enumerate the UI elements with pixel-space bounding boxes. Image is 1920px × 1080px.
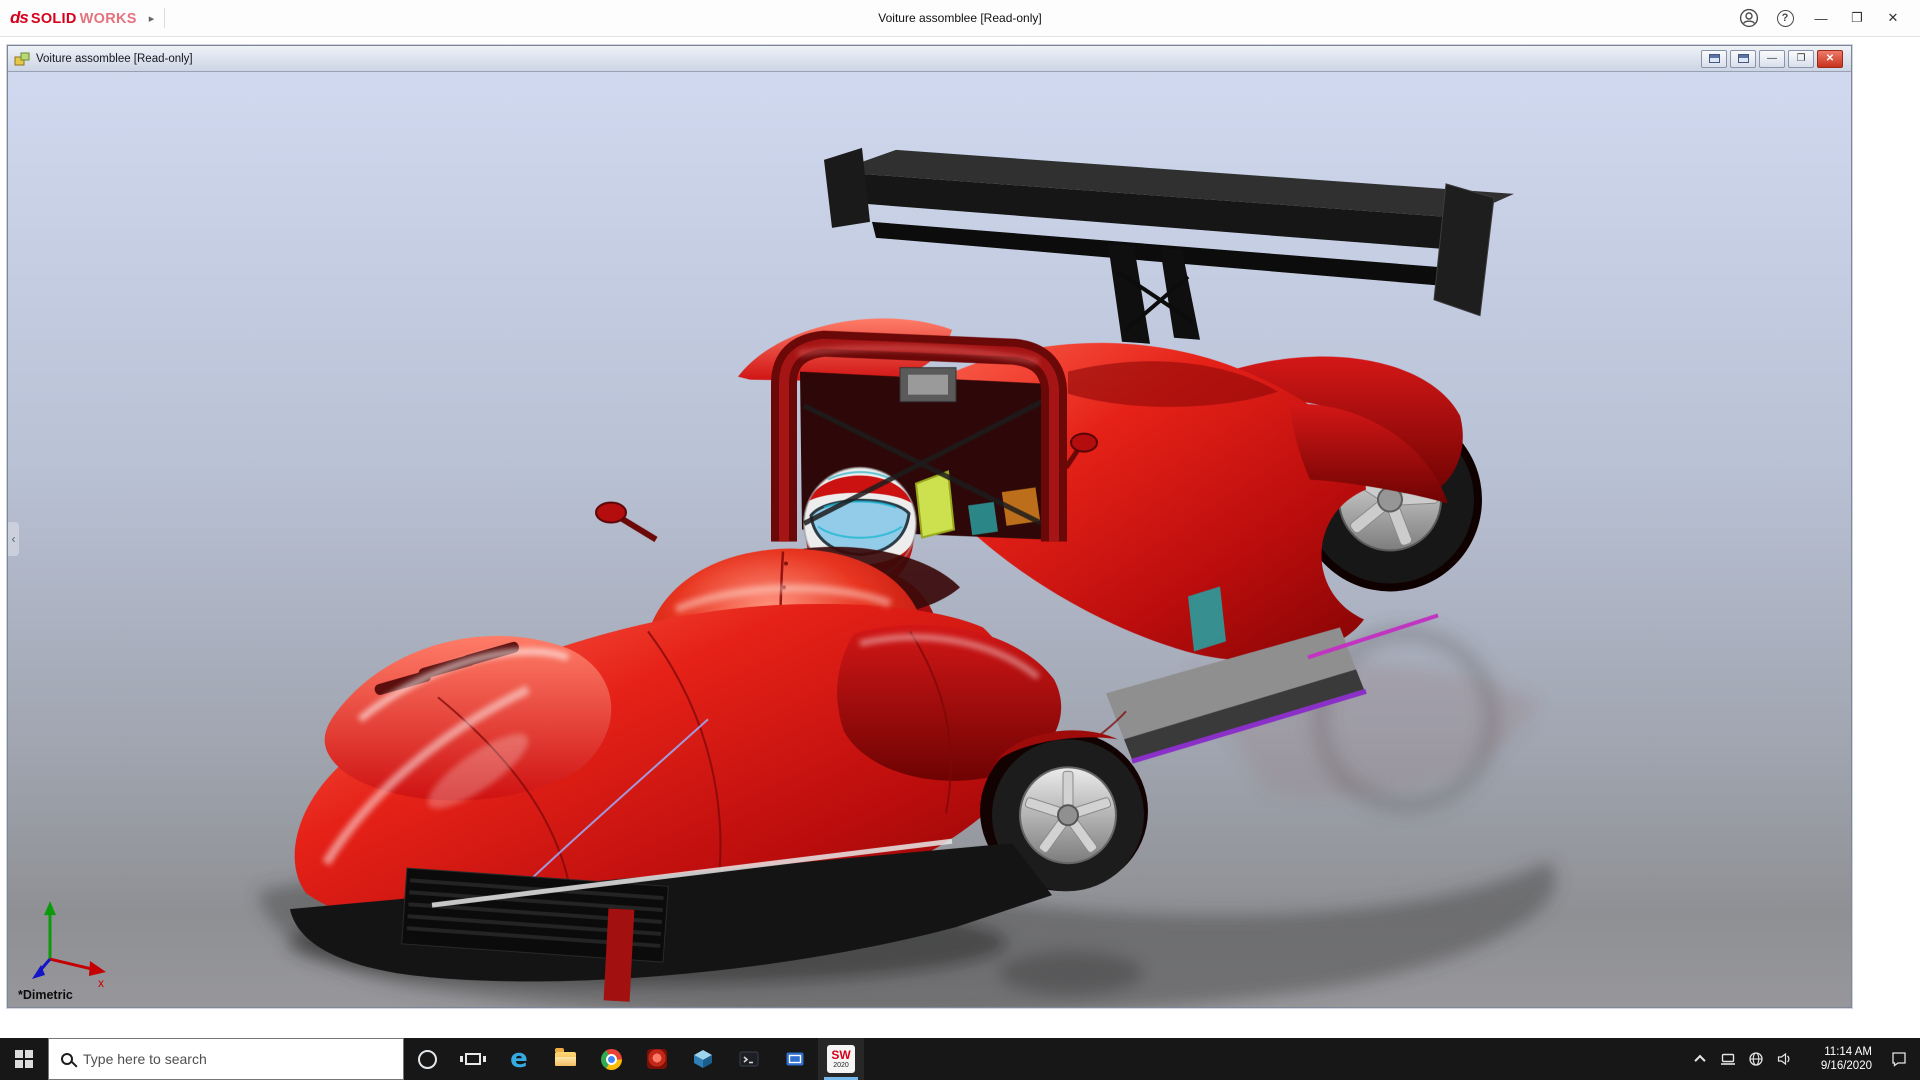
taskbar-app-edge[interactable]: e: [496, 1038, 542, 1080]
solidworks-2020-icon: SW 2020: [827, 1045, 855, 1073]
logo-ds-mark: ds: [10, 8, 29, 27]
taskbar-app-cube[interactable]: [680, 1038, 726, 1080]
search-input[interactable]: [83, 1051, 391, 1067]
close-button[interactable]: ✕: [1876, 3, 1910, 33]
panel-collapse-handle[interactable]: ‹: [8, 522, 19, 556]
minimize-button[interactable]: —: [1804, 3, 1838, 33]
notification-icon: [1892, 1052, 1906, 1067]
tray-volume-button[interactable]: [1770, 1038, 1798, 1080]
tray-expand-button[interactable]: [1686, 1038, 1714, 1080]
start-button[interactable]: [0, 1038, 48, 1080]
titlebar-divider: [164, 8, 166, 28]
notification-center-button[interactable]: [1878, 1038, 1920, 1080]
windows-logo-icon: [15, 1050, 33, 1068]
headrest: [914, 470, 956, 539]
red-app-icon: [647, 1049, 667, 1069]
window-pane-icon: [1737, 54, 1749, 63]
close-icon: ✕: [1887, 10, 1899, 25]
sw-badge-bottom: 2020: [833, 1062, 849, 1069]
doc-close-icon: ✕: [1825, 53, 1835, 64]
doc-pane-button-2[interactable]: [1730, 49, 1756, 68]
logo-solid-text: SOLID: [30, 11, 77, 27]
taskbar-app-explorer[interactable]: [542, 1038, 588, 1080]
doc-maximize-icon: ❐: [1796, 53, 1806, 64]
car-3d-render: x: [8, 72, 1851, 1007]
doc-minimize-button[interactable]: —: [1759, 49, 1785, 68]
taskbar-clock[interactable]: 11:14 AM 9/16/2020: [1798, 1045, 1878, 1073]
device-icon: [1721, 1053, 1735, 1065]
taskbar-search[interactable]: [48, 1038, 404, 1080]
taskbar-app-blue[interactable]: [772, 1038, 818, 1080]
clock-date: 9/16/2020: [1820, 1060, 1872, 1072]
restore-icon: ❐: [1851, 10, 1863, 25]
taskbar-cortana-button[interactable]: [404, 1038, 450, 1080]
doc-minimize-icon: —: [1767, 53, 1777, 64]
task-view-icon: [460, 1053, 486, 1065]
view-orientation-label: *Dimetric: [18, 988, 73, 1002]
minimize-icon: —: [1814, 10, 1828, 26]
taskbar: e: [0, 1038, 1920, 1080]
doc-pane-button-1[interactable]: [1701, 49, 1727, 68]
volume-icon: [1777, 1052, 1790, 1066]
account-button[interactable]: [1732, 3, 1766, 33]
app-title: Voiture assomblee [Read-only]: [878, 11, 1042, 25]
app-window-controls: ? — ❐ ✕: [1732, 3, 1910, 33]
3d-viewport[interactable]: x *Dimetric ‹: [8, 72, 1851, 1007]
tray-network-button[interactable]: [1742, 1038, 1770, 1080]
help-button[interactable]: ?: [1768, 3, 1802, 33]
cortana-icon: [417, 1049, 437, 1069]
help-icon: ?: [1776, 9, 1794, 27]
document-window: Voiture assomblee [Read-only] — ❐ ✕ x *D…: [7, 45, 1852, 1008]
app-titlebar[interactable]: ds SOLID WORKS ▸ Voiture assomblee [Read…: [0, 0, 1920, 37]
tray-device-button[interactable]: [1714, 1038, 1742, 1080]
restore-button[interactable]: ❐: [1840, 3, 1874, 33]
expand-arrow-icon[interactable]: ▸: [149, 12, 155, 25]
triad-x-label: x: [98, 976, 104, 990]
assembly-icon: [14, 52, 30, 65]
chevron-up-icon: [1694, 1054, 1706, 1067]
document-title: Voiture assomblee [Read-only]: [36, 52, 193, 65]
taskbar-app-solidworks[interactable]: SW 2020: [818, 1038, 864, 1080]
edge-icon: e: [510, 1044, 528, 1074]
system-tray: 11:14 AM 9/16/2020: [1686, 1038, 1920, 1080]
file-explorer-icon: [554, 1048, 576, 1066]
logo-works-text: WORKS: [79, 11, 137, 27]
terminal-app-icon: [739, 1051, 759, 1067]
clock-time: 11:14 AM: [1824, 1046, 1872, 1058]
document-titlebar[interactable]: Voiture assomblee [Read-only] — ❐ ✕: [8, 46, 1851, 72]
cube-app-icon: [694, 1050, 712, 1068]
person-icon: [1739, 8, 1759, 28]
screen: ds SOLID WORKS ▸ Voiture assomblee [Read…: [0, 0, 1920, 1080]
sw-badge-top: SW: [831, 1048, 851, 1062]
taskbar-app-chrome[interactable]: [588, 1038, 634, 1080]
document-window-controls: — ❐ ✕: [1701, 49, 1845, 68]
taskbar-app-red[interactable]: [634, 1038, 680, 1080]
search-icon: [61, 1053, 73, 1065]
blue-window-app-icon: [786, 1052, 804, 1066]
doc-maximize-button[interactable]: ❐: [1788, 49, 1814, 68]
taskbar-app-terminal[interactable]: [726, 1038, 772, 1080]
taskbar-taskview-button[interactable]: [450, 1038, 496, 1080]
network-icon: [1749, 1052, 1763, 1066]
window-pane-icon: [1708, 54, 1720, 63]
solidworks-logo: ds SOLID WORKS: [10, 8, 137, 28]
chrome-icon: [600, 1048, 622, 1070]
doc-close-button[interactable]: ✕: [1817, 49, 1843, 68]
